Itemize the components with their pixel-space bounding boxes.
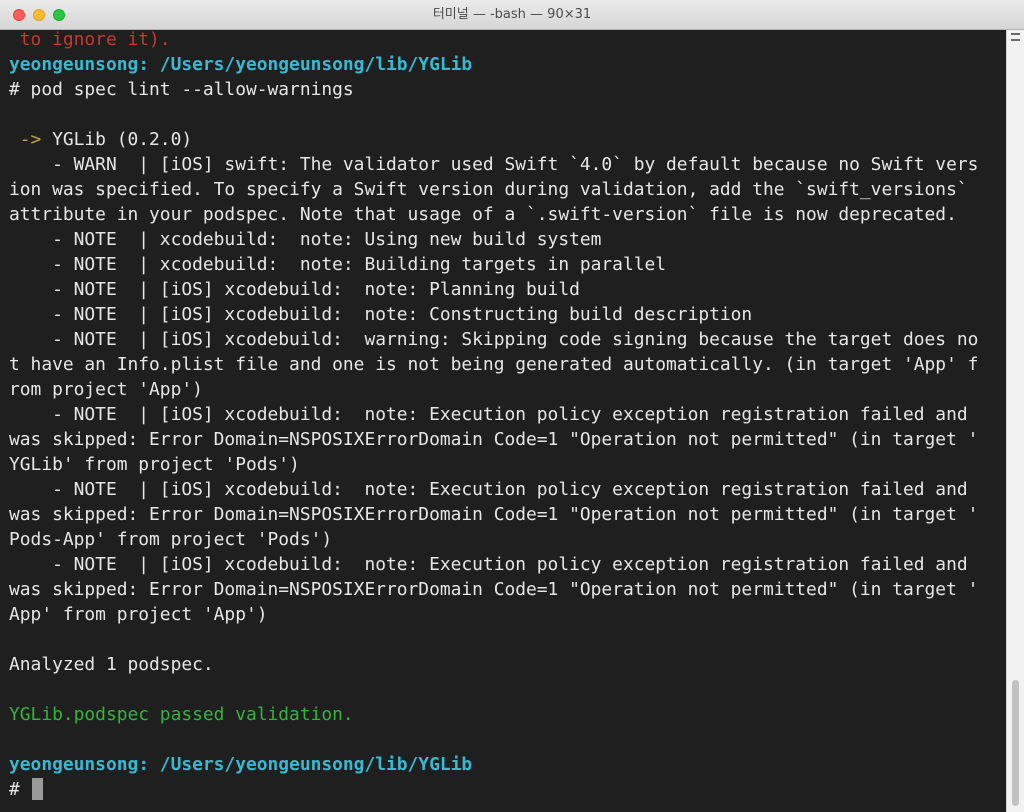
terminal-text-segment: - NOTE | [iOS] xcodebuild: warning: Skip… <box>9 329 979 350</box>
terminal-text-segment: App' from project 'App') <box>9 604 268 625</box>
terminal-line: App' from project 'App') <box>9 602 978 627</box>
terminal-text-segment: - NOTE | xcodebuild: note: Building targ… <box>9 254 667 275</box>
terminal-line: yeongeunsong: /Users/yeongeunsong/lib/YG… <box>9 52 978 77</box>
terminal-line: - NOTE | xcodebuild: note: Using new bui… <box>9 227 978 252</box>
scroll-menu-icon[interactable] <box>1011 33 1020 41</box>
terminal-window: 터미널 — -bash — 90×31 to ignore it). yeonge… <box>0 0 1024 812</box>
terminal-line: attribute in your podspec. Note that usa… <box>9 202 978 227</box>
window-title: 터미널 — -bash — 90×31 <box>432 7 592 22</box>
terminal-line: - WARN | [iOS] swift: The validator used… <box>9 152 978 177</box>
terminal-line: -> YGLib (0.2.0) <box>9 127 978 152</box>
terminal-line: - NOTE | [iOS] xcodebuild: note: Executi… <box>9 477 978 502</box>
terminal-text-segment: was skipped: Error Domain=NSPOSIXErrorDo… <box>9 429 979 450</box>
terminal-lines: to ignore it). yeongeunsong: /Users/yeong… <box>9 30 978 802</box>
terminal-line: - NOTE | [iOS] xcodebuild: warning: Skip… <box>9 327 978 352</box>
terminal-line: # pod spec lint --allow-warnings <box>9 77 978 102</box>
terminal-text-segment: t have an Info.plist file and one is not… <box>9 354 979 375</box>
terminal-line: was skipped: Error Domain=NSPOSIXErrorDo… <box>9 502 978 527</box>
scroll-thumb[interactable] <box>1012 680 1019 806</box>
terminal-text-segment: - NOTE | [iOS] xcodebuild: note: Executi… <box>9 404 968 425</box>
terminal-line: was skipped: Error Domain=NSPOSIXErrorDo… <box>9 577 978 602</box>
terminal-text-segment: YGLib (0.2.0) <box>52 129 193 150</box>
terminal-line: - NOTE | [iOS] xcodebuild: note: Constru… <box>9 302 978 327</box>
terminal-line: YGLib' from project 'Pods') <box>9 452 978 477</box>
terminal-text-segment: - NOTE | [iOS] xcodebuild: note: Executi… <box>9 554 968 575</box>
terminal-line: to ignore it). <box>9 30 978 52</box>
terminal-text-segment: attribute in your podspec. Note that usa… <box>9 204 957 225</box>
terminal-line: t have an Info.plist file and one is not… <box>9 352 978 377</box>
terminal-text-segment: Pods-App' from project 'Pods') <box>9 529 333 550</box>
title-bar[interactable]: 터미널 — -bash — 90×31 <box>0 0 1024 30</box>
terminal-text-segment: was skipped: Error Domain=NSPOSIXErrorDo… <box>9 579 979 600</box>
terminal-line: Analyzed 1 podspec. <box>9 652 978 677</box>
vertical-scrollbar[interactable] <box>1006 30 1024 812</box>
terminal-text-segment: -> <box>9 129 53 150</box>
terminal-text-segment: - NOTE | xcodebuild: note: Using new bui… <box>9 229 602 250</box>
terminal-text-segment: was skipped: Error Domain=NSPOSIXErrorDo… <box>9 504 979 525</box>
terminal-text-segment: # pod spec lint --allow-warnings <box>9 79 354 100</box>
terminal-text-segment: yeongeunsong: /Users/yeongeunsong/lib/YG… <box>9 54 473 75</box>
terminal-line: - NOTE | [iOS] xcodebuild: note: Plannin… <box>9 277 978 302</box>
command-input-line[interactable]: # <box>9 777 978 802</box>
terminal-text-segment: - WARN | [iOS] swift: The validator used… <box>9 154 979 175</box>
terminal-line: yeongeunsong: /Users/yeongeunsong/lib/YG… <box>9 752 978 777</box>
terminal-line: Pods-App' from project 'Pods') <box>9 527 978 552</box>
terminal-text-segment: - NOTE | [iOS] xcodebuild: note: Executi… <box>9 479 968 500</box>
terminal-text-segment: rom project 'App') <box>9 379 203 400</box>
terminal-text-segment: ion was specified. To specify a Swift ve… <box>9 179 968 200</box>
terminal-line: ion was specified. To specify a Swift ve… <box>9 177 978 202</box>
terminal-text-segment: YGLib.podspec passed validation. <box>9 704 354 725</box>
terminal-line: - NOTE | [iOS] xcodebuild: note: Executi… <box>9 402 978 427</box>
shell-prompt: # <box>9 779 20 800</box>
terminal-line: rom project 'App') <box>9 377 978 402</box>
terminal-text-segment: - NOTE | [iOS] xcodebuild: note: Plannin… <box>9 279 580 300</box>
terminal-text-segment: to ignore it). <box>9 30 171 50</box>
terminal-text-segment: Analyzed 1 podspec. <box>9 654 214 675</box>
text-cursor <box>31 778 43 800</box>
terminal-text-segment: yeongeunsong: /Users/yeongeunsong/lib/YG… <box>9 754 473 775</box>
terminal-text-segment: YGLib' from project 'Pods') <box>9 454 300 475</box>
terminal-line: - NOTE | [iOS] xcodebuild: note: Executi… <box>9 552 978 577</box>
terminal-output[interactable]: to ignore it). yeongeunsong: /Users/yeong… <box>0 30 1006 812</box>
terminal-text-segment: - NOTE | [iOS] xcodebuild: note: Constru… <box>9 304 753 325</box>
terminal-line: YGLib.podspec passed validation. <box>9 702 978 727</box>
terminal-line: was skipped: Error Domain=NSPOSIXErrorDo… <box>9 427 978 452</box>
terminal-line: - NOTE | xcodebuild: note: Building targ… <box>9 252 978 277</box>
